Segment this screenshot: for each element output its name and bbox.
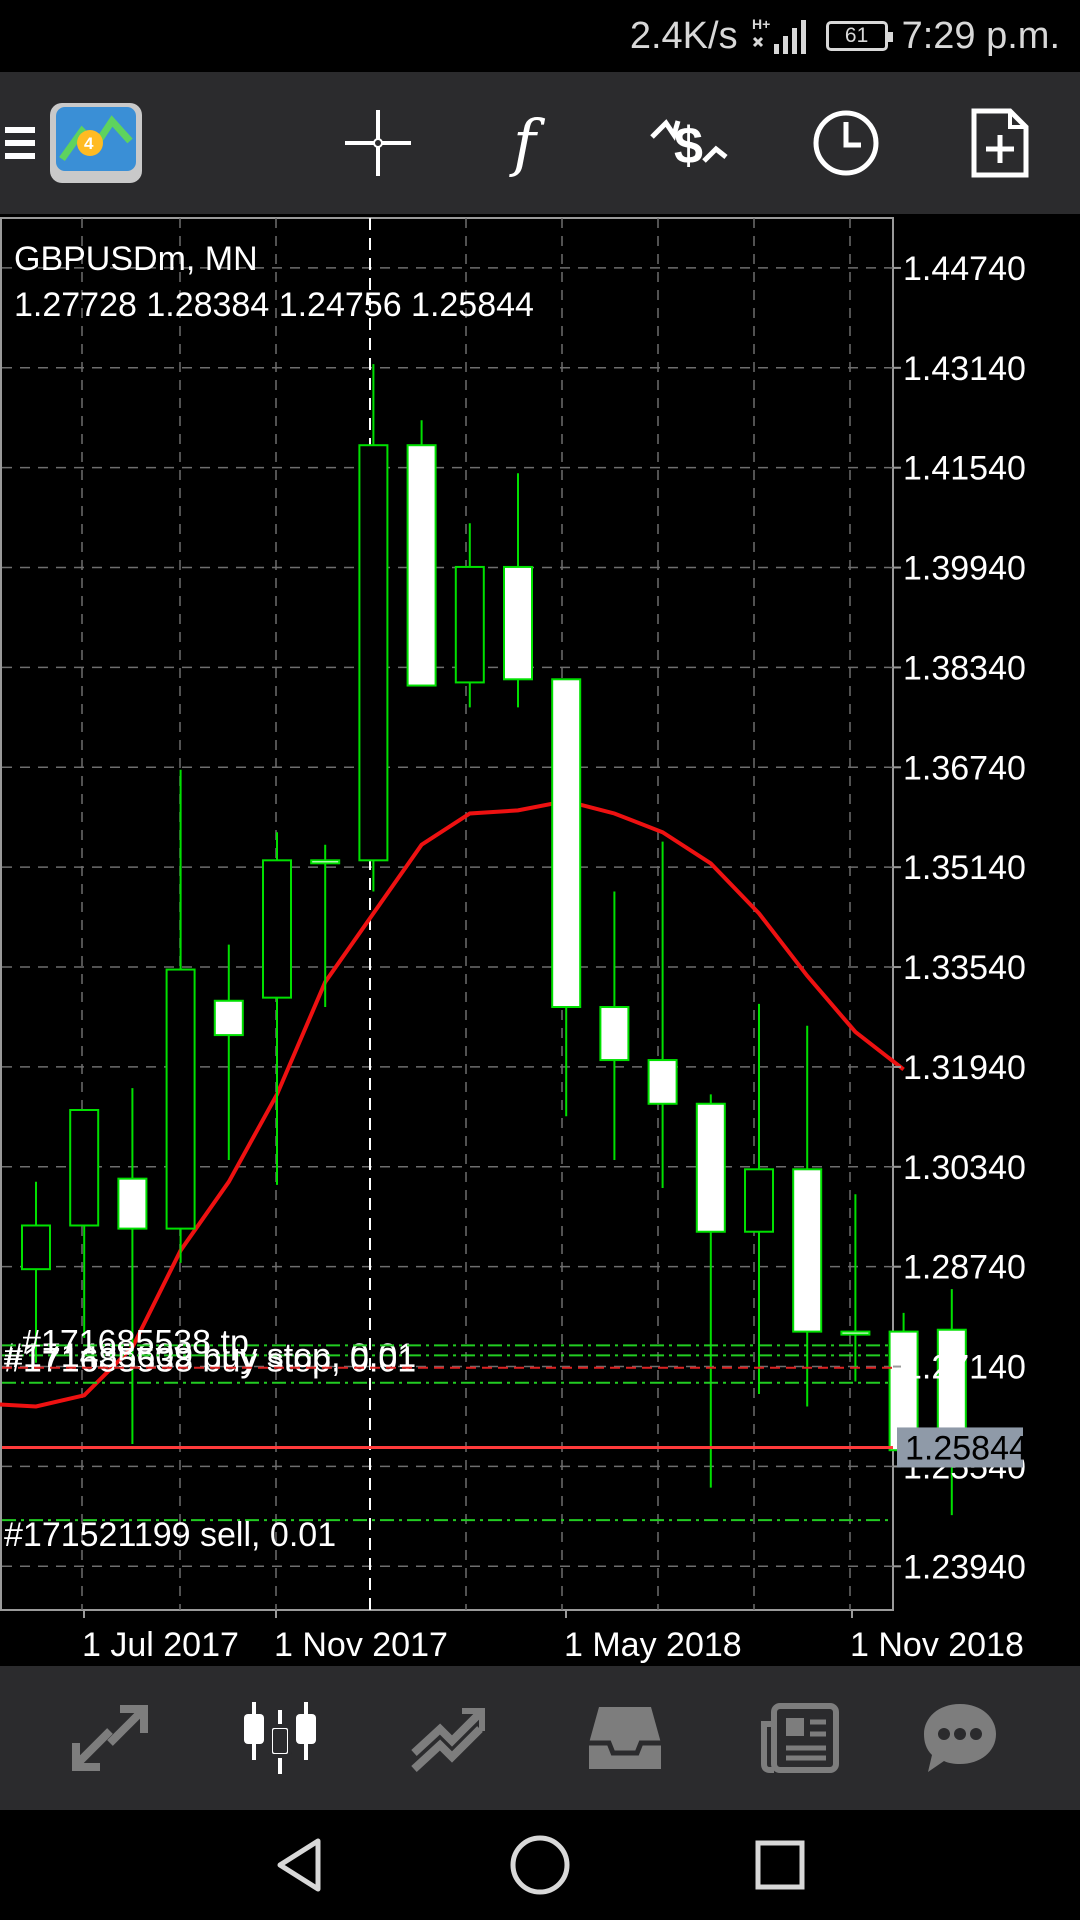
candle-body	[69, 1109, 100, 1227]
candle-body	[744, 1168, 774, 1233]
trade-icon[interactable]	[370, 1666, 530, 1810]
candle-body	[213, 999, 244, 1037]
back-icon[interactable]	[240, 1810, 360, 1920]
indicators-icon[interactable]: f	[472, 72, 592, 214]
candle-body	[358, 444, 389, 862]
news-icon[interactable]	[720, 1666, 880, 1810]
moving-average-line	[0, 798, 905, 1409]
price-label: 1.36740	[903, 749, 1026, 787]
signal-icon: H+	[752, 16, 806, 54]
svg-text:f: f	[509, 108, 546, 178]
price-label: 1.41540	[903, 450, 1026, 488]
candle-body	[503, 565, 533, 681]
battery-icon: 61	[825, 21, 893, 51]
price-label: 1.30340	[903, 1149, 1026, 1187]
order-label: #171521199 sell, 0.01	[4, 1516, 336, 1554]
price-label: 1.44740	[903, 250, 1026, 288]
candle-body	[406, 444, 437, 687]
candle-body	[165, 968, 196, 1230]
crosshair-icon[interactable]	[318, 72, 438, 214]
candle-body	[262, 859, 292, 999]
timeframe-clock-icon[interactable]	[786, 72, 906, 214]
candle-body	[21, 1224, 51, 1271]
network-speed: 2.4K/s	[629, 14, 738, 57]
time-label: 1 Jul 2017	[82, 1626, 239, 1664]
metatrader-logo-icon[interactable]: 4	[46, 72, 146, 214]
svg-text:4: 4	[84, 134, 94, 153]
chat-icon[interactable]	[880, 1666, 1040, 1810]
bottom-nav	[0, 1666, 1080, 1810]
price-label: 1.33540	[903, 949, 1026, 987]
home-icon[interactable]	[480, 1810, 600, 1920]
network-type-label: H+	[752, 16, 770, 32]
price-label: 1.35140	[903, 849, 1026, 887]
toolbar: 4 f $	[0, 72, 1080, 214]
price-label: 1.27140	[903, 1349, 1026, 1387]
candle-body	[310, 859, 341, 865]
objects-icon[interactable]: $	[630, 72, 750, 214]
status-bar: 2.4K/s H+ 61 7:29 p.m.	[0, 0, 1080, 72]
candle-body	[454, 565, 485, 684]
recents-icon[interactable]	[720, 1810, 840, 1920]
battery-level: 61	[844, 24, 869, 47]
time-label: 1 Nov 2018	[850, 1626, 1024, 1664]
time-label: 1 May 2018	[564, 1626, 742, 1664]
price-label: 1.31940	[903, 1049, 1026, 1087]
system-nav-bar	[0, 1810, 1080, 1920]
candlestick-chart[interactable]: #171435609 buy stop, 0.01#171685538 tp#1…	[0, 214, 1080, 1666]
candle-body	[695, 1102, 726, 1233]
menu-icon[interactable]	[0, 72, 40, 214]
candle-body	[551, 678, 582, 1009]
history-icon[interactable]	[545, 1666, 705, 1810]
current-price-label: 1.25844	[905, 1429, 1028, 1467]
candle-body	[647, 1059, 678, 1105]
clock: 7:29 p.m.	[901, 14, 1060, 57]
chart-area[interactable]: #171435609 buy stop, 0.01 #171685538 tp #1…	[0, 214, 1080, 1666]
quotes-icon[interactable]	[30, 1666, 190, 1810]
price-label: 1.43140	[903, 350, 1026, 388]
price-label: 1.39940	[903, 550, 1026, 588]
price-label: 1.28740	[903, 1249, 1026, 1287]
chart-icon[interactable]	[200, 1666, 360, 1810]
candle-body	[792, 1168, 823, 1333]
candle-body	[599, 1006, 630, 1062]
price-label: 1.23940	[903, 1548, 1026, 1586]
order-label: #171685538 buy stop, 0.01	[4, 1341, 416, 1379]
candle-body	[840, 1330, 871, 1336]
candle-body	[117, 1177, 148, 1230]
price-label: 1.38340	[903, 649, 1026, 687]
new-order-icon[interactable]	[940, 72, 1060, 214]
time-label: 1 Nov 2017	[274, 1626, 448, 1664]
